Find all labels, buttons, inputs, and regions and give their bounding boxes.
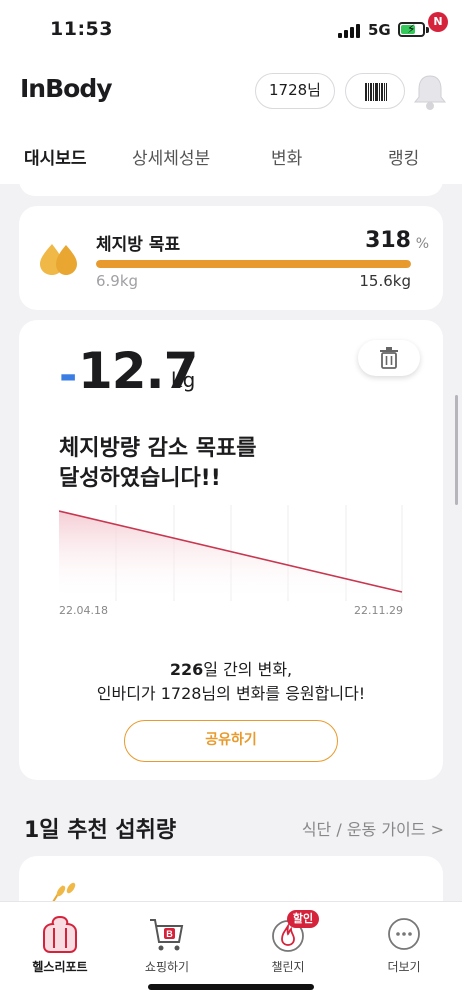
tab-detailed-composition[interactable]: 상세체성분 [132,144,210,169]
app-header: InBody 1728님 [0,60,462,124]
fat-goal-percent: 318 [365,228,411,253]
main-tabs: 대시보드 상세체성분 변화 랭킹 [0,124,462,184]
percent-sign: % [415,236,429,252]
bell-icon[interactable] [410,68,450,112]
cellular-signal-icon [338,24,360,38]
achievement-message-line2: 달성하였습니다!! [59,466,221,491]
fat-goal-card[interactable]: 체지방 목표 318 % 6.9kg 15.6kg [19,206,443,310]
dashboard-content[interactable]: 체지방 목표 318 % 6.9kg 15.6kg - 12.7 kg 체지방량… [0,184,462,901]
nav-health-report[interactable]: 헬스리포트 [15,914,105,975]
change-summary-text: 일 간의 변화, [203,660,293,679]
previous-card [19,184,443,196]
trash-icon [380,347,398,369]
intake-card [19,856,443,901]
achievement-card: - 12.7 kg 체지방량 감소 목표를 달성하였습니다!! 22.04.18… [19,320,443,780]
fat-goal-start: 6.9kg [96,272,139,290]
barcode-button[interactable] [345,73,405,109]
battery-icon: ⚡ [398,22,425,37]
chart-end-date: 22.11.29 [354,604,403,617]
guide-link[interactable]: 식단 / 운동 가이드 > [302,816,444,840]
tab-dashboard[interactable]: 대시보드 [24,144,87,169]
cheer-message: 인바디가 1728님의 변화를 응원합니다! [96,684,366,703]
status-time: 11:53 [50,18,113,40]
wheat-icon [52,882,76,901]
tab-ranking[interactable]: 랭킹 [388,144,419,169]
achievement-message-line1: 체지방량 감소 목표를 [59,436,257,461]
change-summary: 226일 간의 변화, [19,656,443,680]
change-days: 226 [169,660,204,679]
inbody-logo: InBody [20,74,113,103]
body-icon [43,915,77,953]
share-button[interactable]: 공유하기 [124,720,338,762]
chart-start-date: 22.04.18 [59,604,108,617]
cart-icon: B [150,919,184,951]
fat-drops-icon [40,244,77,275]
nav-label-health-report: 헬스리포트 [32,960,88,974]
fat-trend-chart [59,505,403,601]
fat-goal-progress-bar [96,260,411,268]
delete-button[interactable] [358,340,420,376]
svg-text:B: B [166,929,173,939]
more-icon [388,918,420,950]
scroll-indicator[interactable] [455,395,458,505]
notification-badge: N [428,12,448,32]
home-indicator[interactable] [148,984,314,990]
nav-label-more: 더보기 [387,960,421,974]
tab-changes[interactable]: 변화 [271,144,302,169]
fat-goal-end: 15.6kg [359,272,411,290]
change-sign: - [59,350,78,401]
nav-label-challenge: 챌린지 [271,960,305,974]
fat-goal-title: 체지방 목표 [96,235,181,255]
nav-shopping[interactable]: B 쇼핑하기 [122,914,212,975]
user-button[interactable]: 1728님 [255,73,335,109]
barcode-icon [365,83,387,101]
intake-section-title: 1일 추천 섭취량 [24,818,177,843]
discount-badge: 할인 [287,910,319,928]
nav-more[interactable]: 더보기 [359,914,449,975]
change-unit: kg [171,368,196,392]
nav-label-shopping: 쇼핑하기 [144,960,190,974]
status-bar: 11:53 5G ⚡ [0,0,462,60]
network-label: 5G [368,21,391,39]
